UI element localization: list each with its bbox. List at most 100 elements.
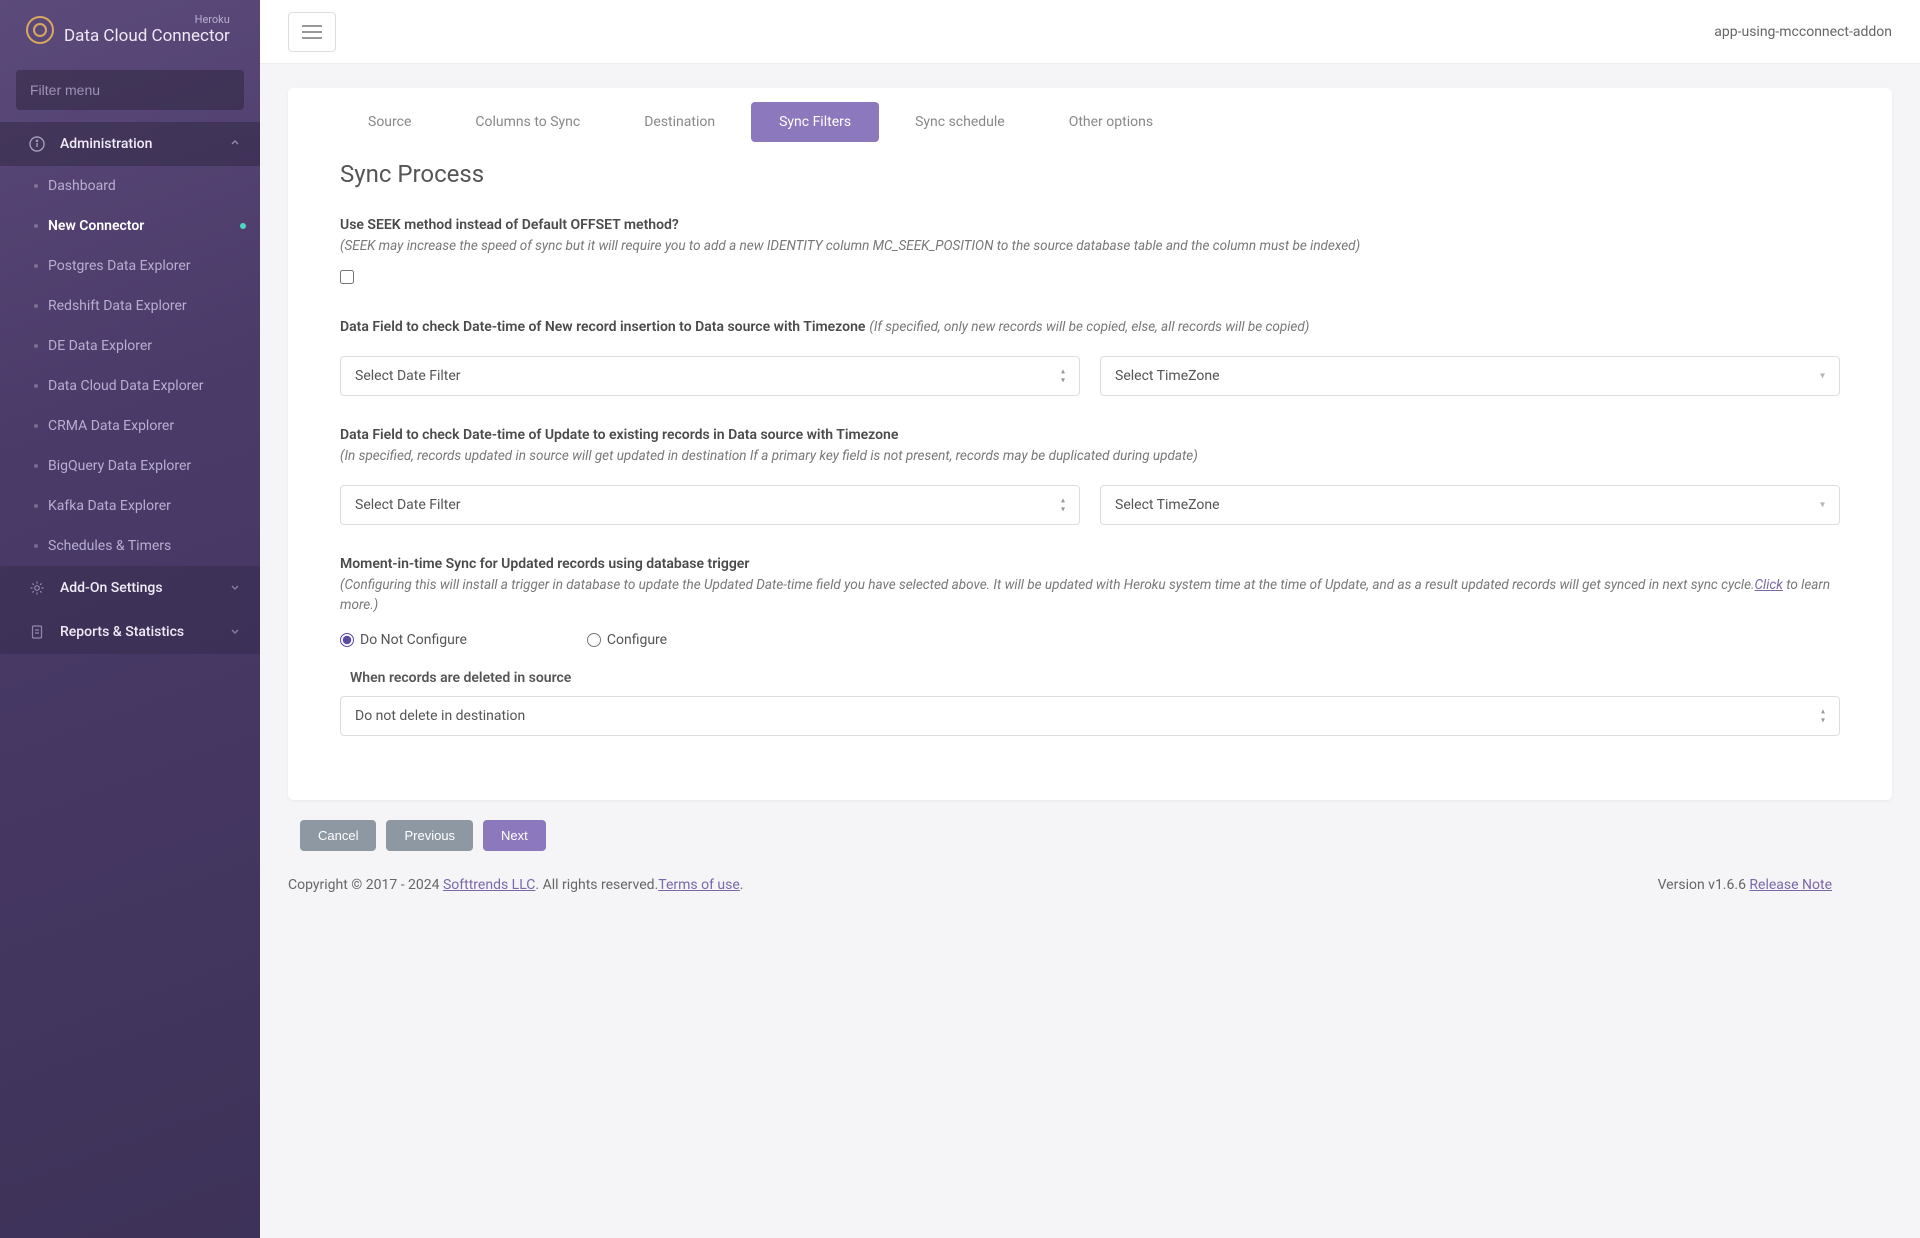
active-dot-icon [240, 223, 246, 229]
sidebar-item-label: New Connector [48, 218, 144, 234]
footer: Copyright © 2017 - 2024 Softtrends LLC. … [288, 861, 1892, 893]
sidebar-section-reports-statistics[interactable]: Reports & Statistics [0, 610, 260, 654]
sidebar: Heroku Data Cloud Connector Administrati… [0, 0, 260, 1238]
new-record-label: Data Field to check Date-time of New rec… [340, 319, 865, 335]
new-record-date-filter-select[interactable]: Select Date Filter [340, 356, 1080, 396]
sidebar-item-schedules-timers[interactable]: Schedules & Timers [0, 526, 260, 566]
update-record-date-filter-select[interactable]: Select Date Filter [340, 485, 1080, 525]
app-name-label: app-using-mcconnect-addon [1714, 24, 1892, 40]
select-value: Select TimeZone [1115, 368, 1220, 384]
radio-do-not-configure[interactable]: Do Not Configure [340, 632, 467, 648]
brand-title: Data Cloud Connector [64, 27, 230, 47]
new-record-timezone-select[interactable]: Select TimeZone [1100, 356, 1840, 396]
sidebar-section-addon-settings[interactable]: Add-On Settings [0, 566, 260, 610]
update-record-note: (In specified, records updated in source… [340, 446, 1840, 466]
sidebar-item-de-explorer[interactable]: DE Data Explorer [0, 326, 260, 366]
sidebar-item-new-connector[interactable]: New Connector [0, 206, 260, 246]
moment-learn-more-link[interactable]: Click [1755, 577, 1783, 593]
sidebar-item-label: Kafka Data Explorer [48, 498, 171, 514]
radio-configure-input[interactable] [587, 633, 601, 647]
sidebar-item-bigquery-explorer[interactable]: BigQuery Data Explorer [0, 446, 260, 486]
footer-copyright-prefix: Copyright © 2017 - 2024 [288, 877, 443, 893]
wizard-tabs: Source Columns to Sync Destination Sync … [288, 88, 1892, 142]
tab-sync-filters[interactable]: Sync Filters [751, 102, 879, 142]
moment-note-prefix: (Configuring this will install a trigger… [340, 577, 1755, 593]
page-title: Sync Process [340, 160, 1840, 188]
select-value: Select TimeZone [1115, 497, 1220, 513]
select-caret-icon [1820, 371, 1825, 382]
sidebar-item-label: BigQuery Data Explorer [48, 458, 191, 474]
seek-label: Use SEEK method instead of Default OFFSE… [340, 214, 1840, 236]
new-record-block: Data Field to check Date-time of New rec… [340, 316, 1840, 396]
sidebar-item-postgres-explorer[interactable]: Postgres Data Explorer [0, 246, 260, 286]
filter-menu-input[interactable] [16, 70, 244, 110]
footer-release-note-link[interactable]: Release Note [1749, 877, 1832, 893]
sidebar-section-administration[interactable]: Administration [0, 122, 260, 166]
select-caret-icon [1061, 496, 1065, 513]
select-value: Do not delete in destination [355, 708, 525, 724]
sidebar-section-label: Add-On Settings [60, 580, 163, 596]
update-record-label: Data Field to check Date-time of Update … [340, 424, 1840, 446]
select-caret-icon [1061, 368, 1065, 385]
sidebar-section-label: Administration [60, 136, 152, 152]
chevron-down-icon [230, 580, 240, 596]
document-icon [28, 623, 46, 641]
seek-method-block: Use SEEK method instead of Default OFFSE… [340, 214, 1840, 288]
select-value: Select Date Filter [355, 368, 461, 384]
sidebar-section-label: Reports & Statistics [60, 624, 184, 640]
sidebar-nav: Administration Dashboard New Connector P… [0, 122, 260, 654]
tab-columns-to-sync[interactable]: Columns to Sync [447, 102, 608, 142]
tab-source[interactable]: Source [340, 102, 439, 142]
sidebar-item-crma-explorer[interactable]: CRMA Data Explorer [0, 406, 260, 446]
sidebar-item-label: DE Data Explorer [48, 338, 152, 354]
next-button[interactable]: Next [483, 820, 546, 851]
delete-behavior-select[interactable]: Do not delete in destination [340, 696, 1840, 736]
select-caret-icon [1821, 707, 1825, 724]
cancel-button[interactable]: Cancel [300, 820, 376, 851]
wizard-actions: Cancel Previous Next [288, 800, 1892, 861]
tab-sync-schedule[interactable]: Sync schedule [887, 102, 1033, 142]
sidebar-item-label: Dashboard [48, 178, 116, 194]
chevron-up-icon [230, 136, 240, 152]
update-record-timezone-select[interactable]: Select TimeZone [1100, 485, 1840, 525]
seek-note: (SEEK may increase the speed of sync but… [340, 236, 1840, 256]
radio-configure[interactable]: Configure [587, 632, 667, 648]
select-value: Select Date Filter [355, 497, 461, 513]
hamburger-menu-button[interactable] [288, 12, 336, 52]
sidebar-item-kafka-explorer[interactable]: Kafka Data Explorer [0, 486, 260, 526]
brand-subtitle: Heroku [64, 14, 230, 27]
sidebar-item-label: Postgres Data Explorer [48, 258, 191, 274]
tab-destination[interactable]: Destination [616, 102, 743, 142]
footer-company-link[interactable]: Softtrends LLC [443, 877, 535, 893]
radio-label: Configure [607, 632, 667, 648]
sidebar-item-redshift-explorer[interactable]: Redshift Data Explorer [0, 286, 260, 326]
radio-do-not-configure-input[interactable] [340, 633, 354, 647]
gear-icon [28, 579, 46, 597]
footer-terms-link[interactable]: Terms of use [658, 877, 740, 893]
tab-other-options[interactable]: Other options [1041, 102, 1181, 142]
brand-logo-icon [26, 16, 54, 44]
wizard-card: Source Columns to Sync Destination Sync … [288, 88, 1892, 800]
radio-label: Do Not Configure [360, 632, 467, 648]
moment-label: Moment-in-time Sync for Updated records … [340, 553, 1840, 575]
brand: Heroku Data Cloud Connector [0, 0, 260, 62]
select-caret-icon [1820, 499, 1825, 510]
main: app-using-mcconnect-addon Source Columns… [260, 0, 1920, 1238]
moment-in-time-block: Moment-in-time Sync for Updated records … [340, 553, 1840, 736]
sidebar-item-datacloud-explorer[interactable]: Data Cloud Data Explorer [0, 366, 260, 406]
chevron-down-icon [230, 624, 240, 640]
sidebar-item-label: Schedules & Timers [48, 538, 171, 554]
sidebar-item-label: Redshift Data Explorer [48, 298, 187, 314]
moment-note: (Configuring this will install a trigger… [340, 575, 1840, 616]
previous-button[interactable]: Previous [386, 820, 473, 851]
sidebar-item-label: CRMA Data Explorer [48, 418, 174, 434]
info-icon [28, 135, 46, 153]
new-record-note: (If specified, only new records will be … [869, 319, 1309, 335]
sidebar-item-label: Data Cloud Data Explorer [48, 378, 203, 394]
footer-copyright-suffix: . All rights reserved. [535, 877, 658, 893]
seek-checkbox[interactable] [340, 270, 354, 284]
topbar: app-using-mcconnect-addon [260, 0, 1920, 64]
sidebar-item-dashboard[interactable]: Dashboard [0, 166, 260, 206]
update-record-block: Data Field to check Date-time of Update … [340, 424, 1840, 525]
footer-version: Version v1.6.6 [1658, 877, 1750, 893]
